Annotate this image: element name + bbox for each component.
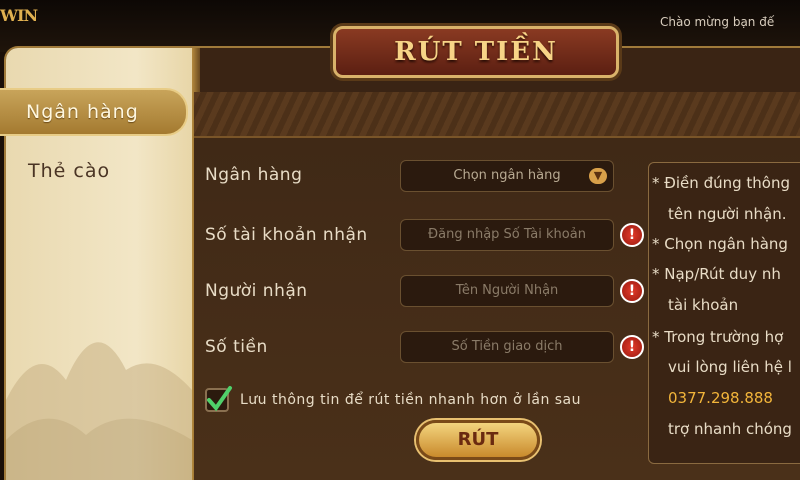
- warning-icon: !: [620, 223, 644, 247]
- sidebar-item-card[interactable]: Thẻ cào: [28, 160, 110, 182]
- note-line: * Trong trường hợ: [652, 328, 784, 346]
- note-line: * Nạp/Rút duy nh: [652, 265, 781, 283]
- decorative-hills: [6, 342, 192, 480]
- note-line: trợ nhanh chóng: [668, 420, 792, 438]
- account-placeholder: Đăng nhập Số Tài khoản: [428, 227, 586, 242]
- bank-label: Ngân hàng: [205, 165, 303, 185]
- bank-select[interactable]: Chọn ngân hàng ▼: [400, 160, 614, 192]
- note-line: * Điền đúng thông: [652, 174, 790, 192]
- chevron-down-icon: ▼: [589, 168, 607, 184]
- recipient-label: Người nhận: [205, 281, 308, 301]
- sidebar-item-bank[interactable]: Ngân hàng: [0, 88, 188, 136]
- account-label: Số tài khoản nhận: [205, 225, 368, 245]
- page-title-text: RÚT TIỀN: [394, 37, 558, 67]
- warning-icon: !: [620, 279, 644, 303]
- amount-field[interactable]: Số Tiền giao dịch: [400, 331, 614, 363]
- header-stripe: [194, 92, 800, 138]
- logo-text: WIN: [0, 6, 38, 25]
- amount-label: Số tiền: [205, 337, 268, 357]
- warning-icon: !: [620, 335, 644, 359]
- amount-placeholder: Số Tiền giao dịch: [451, 339, 563, 354]
- note-line: tên người nhận.: [668, 205, 787, 223]
- brand-logo: WIN: [0, 6, 40, 44]
- note-line: tài khoản: [668, 296, 739, 314]
- note-line: vui lòng liên hệ l: [668, 358, 792, 376]
- page-title: RÚT TIỀN: [333, 26, 619, 78]
- recipient-placeholder: Tên Người Nhận: [455, 283, 559, 298]
- recipient-field[interactable]: Tên Người Nhận: [400, 275, 614, 307]
- checkmark-icon: [207, 386, 232, 412]
- account-field[interactable]: Đăng nhập Số Tài khoản: [400, 219, 614, 251]
- note-line: * Chọn ngân hàng: [652, 235, 788, 253]
- save-info-checkbox[interactable]: [205, 386, 232, 412]
- welcome-text: Chào mừng bạn đế: [660, 15, 775, 29]
- sidebar-item-label: Ngân hàng: [26, 101, 139, 123]
- save-info-label[interactable]: Lưu thông tin để rút tiền nhanh hơn ở lầ…: [240, 392, 581, 408]
- support-phone[interactable]: 0377.298.888: [668, 389, 773, 407]
- withdraw-button[interactable]: RÚT: [416, 420, 540, 460]
- bank-select-value: Chọn ngân hàng: [453, 168, 561, 183]
